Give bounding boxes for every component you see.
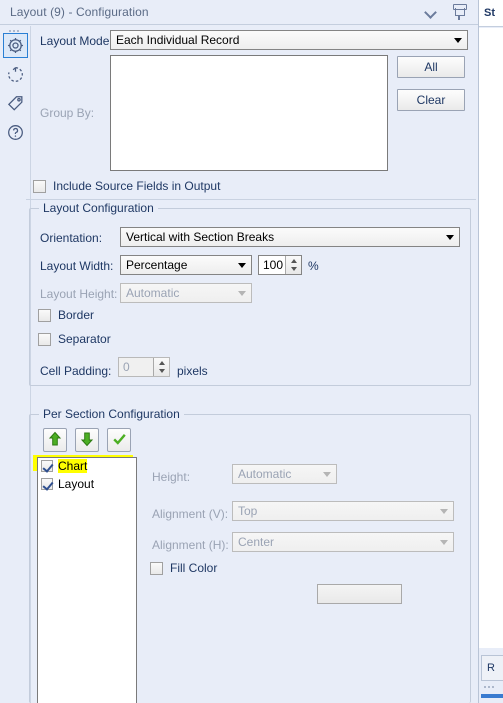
include-source-fields-checkbox[interactable] — [33, 179, 46, 193]
layout-mode-value: Each Individual Record — [116, 33, 240, 47]
arrow-down-icon — [80, 431, 94, 450]
cell-padding-value: 0 — [123, 360, 130, 374]
stepper-down-icon[interactable] — [154, 367, 169, 376]
layout-height-select[interactable]: Automatic — [120, 283, 252, 303]
alignment-h-label: Alignment (H): — [152, 538, 229, 552]
rail-item-help[interactable] — [3, 120, 28, 145]
chevron-down-icon — [446, 235, 454, 240]
chevron-down-icon — [440, 540, 448, 545]
select-all-label: All — [424, 60, 438, 74]
section-label: Chart — [58, 459, 88, 473]
cell-padding-label: Cell Padding: — [40, 364, 112, 378]
section-height-label: Height: — [152, 470, 191, 484]
separator-label: Separator — [58, 332, 111, 346]
rail-item-configuration[interactable] — [3, 33, 28, 58]
alignment-h-value: Center — [238, 535, 275, 549]
clear-selection-label: Clear — [416, 93, 446, 107]
clear-selection-button[interactable]: Clear — [397, 89, 465, 111]
separator-checkbox[interactable] — [38, 332, 51, 346]
gear-icon — [6, 36, 25, 55]
border-row[interactable]: Border — [38, 308, 94, 322]
list-item[interactable]: Layout — [41, 477, 94, 491]
window-titlebar: Layout (9) - Configuration — [0, 0, 478, 25]
include-source-fields-row[interactable]: Include Source Fields in Output — [33, 179, 220, 193]
per-section-configuration-title: Per Section Configuration — [39, 407, 184, 421]
stepper-buttons[interactable] — [153, 358, 169, 376]
fill-color-row[interactable]: Fill Color — [150, 561, 217, 575]
group-by-listbox[interactable] — [110, 55, 388, 171]
orientation-value: Vertical with Section Breaks — [126, 230, 275, 244]
stepper-up-icon[interactable] — [286, 256, 301, 265]
alignment-v-value: Top — [238, 504, 258, 518]
chevron-down-icon — [440, 509, 448, 514]
chevron-down-icon — [238, 263, 246, 268]
layout-width-value: Percentage — [126, 258, 188, 272]
section-height-value: Automatic — [238, 467, 292, 481]
titlebar-controls — [425, 4, 467, 20]
section-checkbox[interactable] — [41, 478, 53, 490]
configuration-window: Layout (9) - Configuration Layout Mode: … — [0, 0, 503, 703]
layout-width-unit: % — [308, 259, 319, 273]
move-down-button[interactable] — [75, 428, 99, 452]
fill-color-swatch[interactable] — [317, 584, 402, 604]
adjacent-panel-footer: R — [481, 655, 503, 681]
check-icon — [112, 432, 127, 449]
border-label: Border — [58, 308, 95, 322]
layout-width-number: 100 — [263, 258, 284, 272]
orientation-select[interactable]: Vertical with Section Breaks — [120, 227, 460, 247]
group-by-label: Group By: — [40, 106, 95, 120]
orientation-label: Orientation: — [40, 231, 103, 245]
refresh-icon — [6, 65, 25, 84]
tag-icon — [6, 94, 25, 113]
move-up-button[interactable] — [43, 428, 67, 452]
include-source-fields-label: Include Source Fields in Output — [53, 179, 221, 193]
alignment-h-select[interactable]: Center — [232, 532, 454, 552]
alignment-v-select[interactable]: Top — [232, 501, 454, 521]
stepper-up-icon[interactable] — [154, 358, 169, 367]
select-all-sections-button[interactable] — [107, 428, 131, 452]
layout-width-stepper[interactable]: 100 — [258, 255, 302, 275]
alignment-v-label: Alignment (V): — [152, 507, 229, 521]
separator-row[interactable]: Separator — [38, 332, 111, 346]
fill-color-label: Fill Color — [170, 561, 218, 575]
chevron-down-icon — [323, 472, 331, 477]
layout-width-select[interactable]: Percentage — [120, 255, 252, 275]
section-height-select[interactable]: Automatic — [232, 464, 337, 484]
arrow-up-icon — [48, 431, 62, 450]
tool-icon-rail — [0, 26, 31, 703]
adjacent-panel-grip[interactable] — [484, 686, 498, 690]
sections-listbox[interactable] — [37, 457, 137, 703]
chevron-down-icon — [454, 38, 462, 43]
layout-height-value: Automatic — [126, 286, 180, 300]
adjacent-panel-body — [479, 28, 503, 648]
border-checkbox[interactable] — [38, 308, 51, 322]
chevron-down-icon — [238, 291, 246, 296]
section-divider — [26, 199, 476, 200]
list-item[interactable]: Chart — [41, 459, 88, 473]
help-icon — [6, 123, 25, 142]
adjacent-panel-title: St — [479, 0, 503, 27]
layout-width-label: Layout Width: — [40, 259, 114, 273]
layout-mode-select[interactable]: Each Individual Record — [110, 30, 468, 50]
adjacent-panel-accent — [481, 694, 503, 698]
stepper-buttons[interactable] — [285, 256, 301, 274]
pin-icon[interactable] — [452, 4, 467, 20]
layout-mode-label: Layout Mode: — [40, 34, 113, 48]
layout-height-label: Layout Height: — [40, 287, 118, 301]
section-label: Layout — [58, 477, 95, 491]
fill-color-checkbox[interactable] — [150, 561, 163, 575]
page-title: Layout (9) - Configuration — [10, 5, 149, 19]
stepper-down-icon[interactable] — [286, 265, 301, 274]
select-all-button[interactable]: All — [397, 56, 465, 78]
layout-configuration-title: Layout Configuration — [39, 201, 158, 215]
rail-item-run[interactable] — [3, 62, 28, 87]
chevron-down-icon[interactable] — [425, 8, 438, 16]
cell-padding-stepper[interactable]: 0 — [118, 357, 170, 377]
rail-item-annotation[interactable] — [3, 91, 28, 116]
section-checkbox[interactable] — [41, 460, 53, 472]
cell-padding-unit: pixels — [177, 364, 208, 378]
adjacent-panel: St R — [478, 0, 503, 703]
